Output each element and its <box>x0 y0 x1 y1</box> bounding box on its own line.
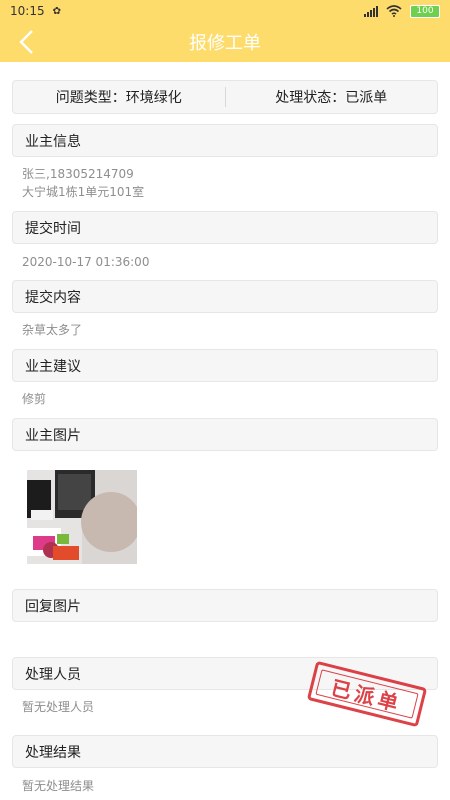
section-header-submit-time: 提交时间 <box>12 211 438 244</box>
status-left: 10:15 ✿ <box>10 4 61 18</box>
problem-type: 问题类型：环境绿化 <box>55 90 182 106</box>
result-value: 暂无处理结果 <box>22 779 95 793</box>
chevron-left-icon <box>19 30 33 54</box>
status-bar: 10:15 ✿ 100 <box>0 0 450 22</box>
detail-content: 问题类型：环境绿化 处理状态：已派单 业主信息 张三,18305214709 大… <box>0 62 450 800</box>
battery-icon: 100 <box>410 4 440 18</box>
process-status: 处理状态：已派单 <box>275 90 388 106</box>
section-header-result: 处理结果 <box>12 735 438 768</box>
owner-image-thumbnail[interactable] <box>27 470 137 564</box>
owner-photo-illustration <box>27 470 137 564</box>
section-header-owner-images: 业主图片 <box>12 418 438 451</box>
section-header-owner-suggestion: 业主建议 <box>12 349 438 382</box>
owner-address: 大宁城1栋1单元101室 <box>22 185 145 199</box>
section-header-submit-content: 提交内容 <box>12 280 438 313</box>
submit-content-value: 杂草太多了 <box>22 323 83 337</box>
nav-bar: 报修工单 <box>0 22 450 62</box>
status-time: 10:15 <box>10 4 45 18</box>
owner-suggestion-value: 修剪 <box>22 392 47 406</box>
summary-bar: 问题类型：环境绿化 处理状态：已派单 <box>12 80 438 114</box>
owner-name-phone: 张三,18305214709 <box>22 167 134 181</box>
page-title: 报修工单 <box>189 33 261 54</box>
section-header-owner-info: 业主信息 <box>12 124 438 157</box>
back-button[interactable] <box>10 26 42 58</box>
wifi-icon <box>386 5 402 17</box>
section-header-reply-images: 回复图片 <box>12 589 438 622</box>
signal-icon <box>364 5 378 17</box>
submit-time-value: 2020-10-17 01:36:00 <box>22 255 150 269</box>
handler-value: 暂无处理人员 <box>22 700 95 714</box>
notification-icon: ✿ <box>52 5 61 17</box>
status-right: 100 <box>364 4 440 18</box>
